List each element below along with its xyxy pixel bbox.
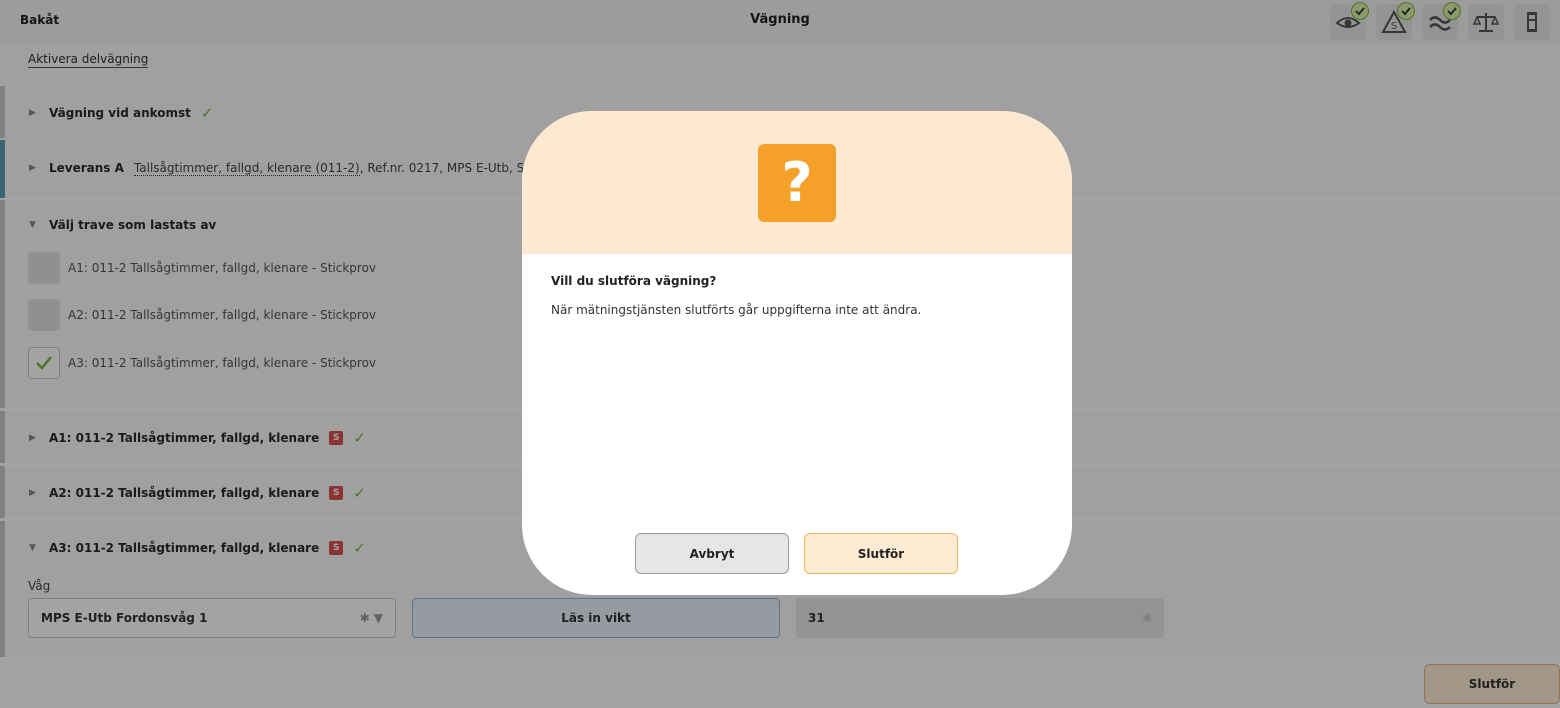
dialog-title: Vill du slutföra vägning? <box>551 274 717 288</box>
confirm-dialog: ? Vill du slutföra vägning? När mätnings… <box>522 111 1072 595</box>
cancel-button[interactable]: Avbryt <box>635 533 789 574</box>
question-icon: ? <box>758 143 836 222</box>
confirm-finish-button[interactable]: Slutför <box>804 533 958 574</box>
dialog-message: När mätningstjänsten slutförts går uppgi… <box>551 303 922 317</box>
dialog-header: ? <box>522 111 1072 254</box>
